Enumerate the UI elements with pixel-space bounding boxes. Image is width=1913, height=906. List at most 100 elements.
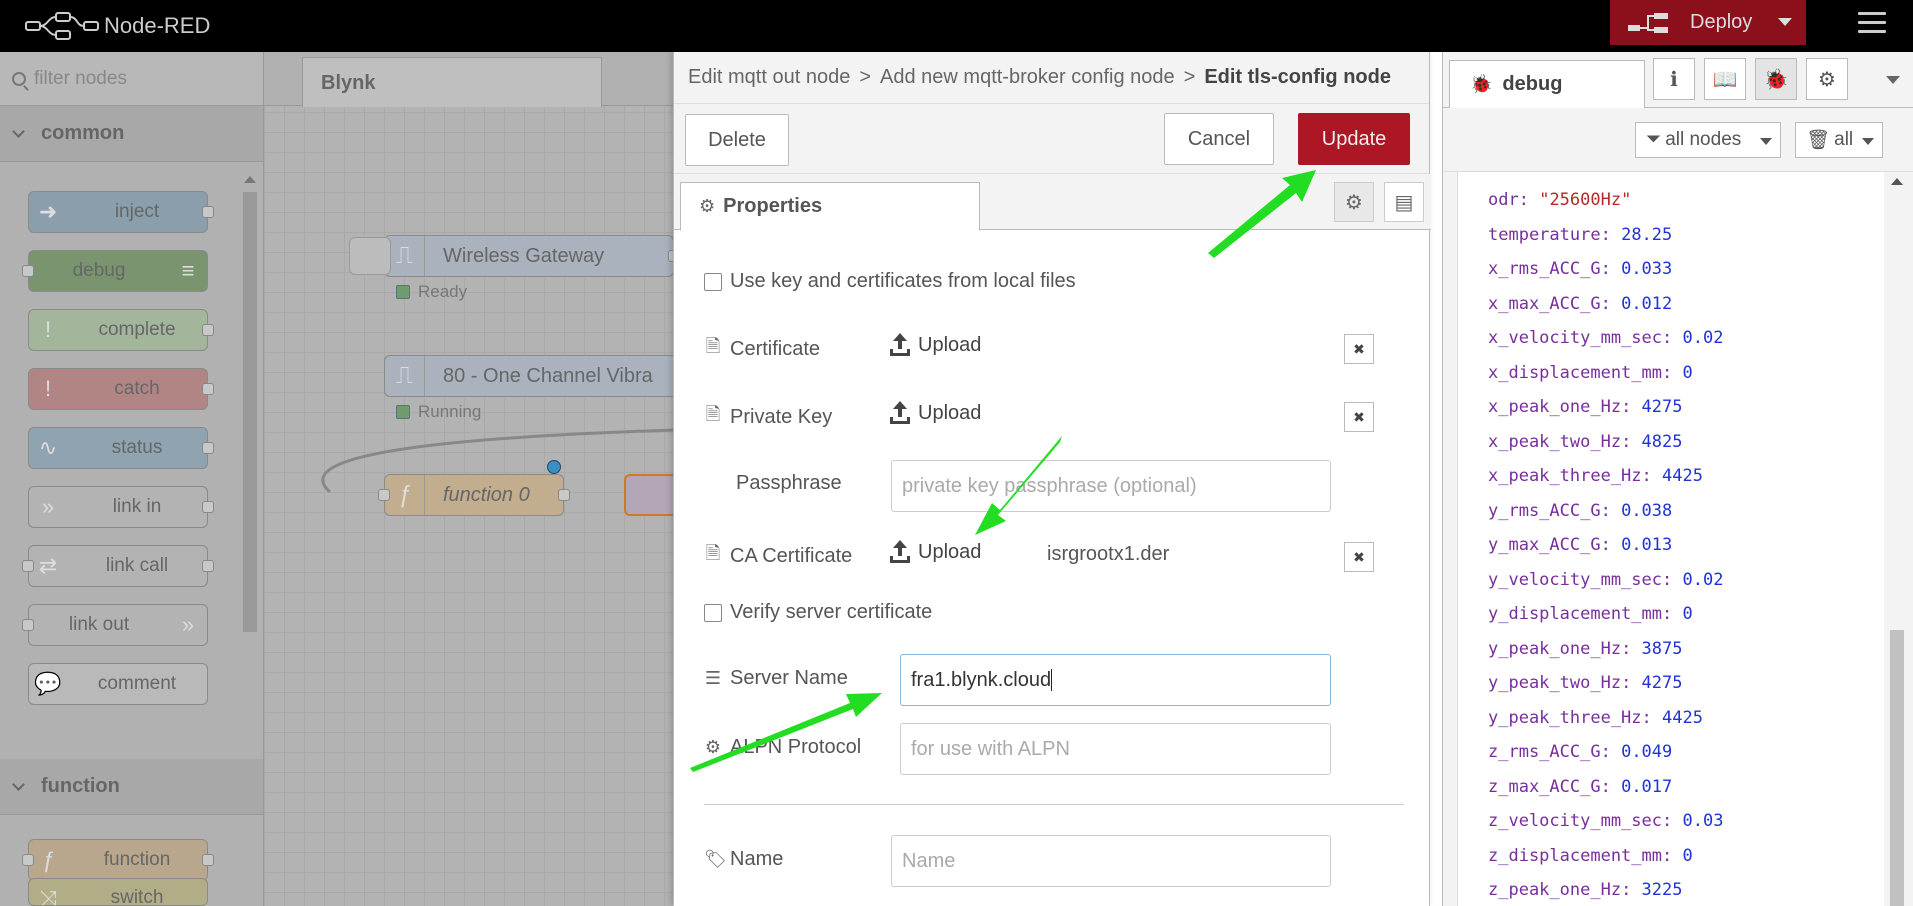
private-key-upload-button[interactable]: Upload <box>890 400 981 425</box>
debug-value: 0 <box>1682 845 1693 866</box>
server-name-input[interactable]: fra1.blynk.cloud <box>900 654 1331 706</box>
deploy-button[interactable]: Deploy <box>1610 0 1806 45</box>
bug-icon: 🐞 <box>1470 74 1493 94</box>
breadcrumb-item[interactable]: Add new mqtt-broker config node <box>880 66 1175 89</box>
filter-icon: ⏷ <box>1646 129 1662 150</box>
server-icon: ☰ <box>704 668 722 688</box>
flow-node-function-0[interactable]: ƒ function 0 <box>378 474 570 516</box>
gear-icon: ⚙ <box>1818 68 1836 91</box>
palette-node-link-in[interactable]: » link in <box>28 486 214 528</box>
use-local-files-checkbox[interactable] <box>704 272 722 291</box>
palette-node-link-out[interactable]: link out » <box>22 604 208 646</box>
palette-node-comment[interactable]: 💬 comment <box>28 663 208 705</box>
palette-node-label: switch <box>110 887 164 906</box>
private-key-clear-button[interactable]: ✖ <box>1344 402 1374 432</box>
flow-workspace[interactable]: Blynk ⎍ Wireless Gateway Ready ⎍ 80 - On… <box>264 52 684 906</box>
output-port[interactable] <box>202 442 214 454</box>
tab-help[interactable]: 📖 <box>1704 58 1746 100</box>
debug-message-line: z_peak_one_Hz: 3225 <box>1488 880 1683 900</box>
scroll-up-icon[interactable] <box>1891 178 1903 185</box>
pulse-icon: ∿ <box>38 435 58 460</box>
scroll-thumb[interactable] <box>1890 630 1904 906</box>
alpn-protocol-label: ALPN Protocol <box>730 736 862 758</box>
node-palette: filter nodes common ➜ inject debug ≡ ! c… <box>0 52 264 906</box>
name-input[interactable]: Name <box>891 835 1331 887</box>
tab-info[interactable]: ℹ <box>1653 58 1695 100</box>
tab-debug-icon[interactable]: 🐞 <box>1755 58 1797 100</box>
debug-message-line: y_max_ACC_G: 0.013 <box>1488 535 1673 555</box>
private-key-row: 🗎 Private Key <box>704 402 833 432</box>
flow-node-one-channel-vibration[interactable]: ⎍ 80 - One Channel Vibra <box>384 355 684 397</box>
palette-node-function[interactable]: ƒ function <box>22 839 214 881</box>
flow-node-status: Running <box>396 402 481 422</box>
palette-node-label: debug <box>72 260 126 281</box>
input-port[interactable] <box>22 560 34 572</box>
alpn-protocol-input[interactable]: for use with ALPN <box>900 723 1331 775</box>
deploy-dropdown-icon[interactable] <box>1778 18 1792 26</box>
chevron-down-icon <box>1862 138 1874 145</box>
ca-certificate-upload-button[interactable]: Upload <box>890 539 981 564</box>
input-port[interactable] <box>22 854 34 866</box>
palette-filter-input[interactable]: filter nodes <box>0 52 263 106</box>
debug-filter-dropdown[interactable]: ⏷ all nodes <box>1635 122 1781 158</box>
debug-value: 0.033 <box>1621 259 1673 279</box>
main-menu-icon[interactable] <box>1858 12 1886 36</box>
input-port[interactable] <box>22 619 34 631</box>
debug-scrollbar[interactable] <box>1884 172 1910 906</box>
tab-config[interactable]: ⚙ <box>1806 58 1848 100</box>
close-icon: ✖ <box>1353 340 1365 357</box>
update-button[interactable]: Update <box>1298 113 1410 165</box>
input-port[interactable] <box>22 265 34 277</box>
output-port[interactable] <box>202 383 214 395</box>
tab-description[interactable]: ▤ <box>1384 182 1424 222</box>
passphrase-input[interactable]: private key passphrase (optional) <box>891 460 1331 512</box>
delete-button[interactable]: Delete <box>685 114 789 166</box>
debug-value: 0.049 <box>1621 742 1673 762</box>
output-port[interactable] <box>202 206 214 218</box>
input-port[interactable] <box>378 489 390 501</box>
ca-certificate-clear-button[interactable]: ✖ <box>1344 542 1374 572</box>
tab-debug[interactable]: 🐞 debug <box>1449 60 1645 109</box>
certificate-label: Certificate <box>730 337 821 360</box>
close-icon: ✖ <box>1353 548 1365 565</box>
output-port[interactable] <box>202 501 214 513</box>
flow-node-wireless-gateway[interactable]: ⎍ Wireless Gateway <box>378 235 680 277</box>
scroll-up-icon[interactable] <box>244 176 256 183</box>
palette-node-complete[interactable]: ! complete <box>28 309 214 351</box>
palette-node-status[interactable]: ∿ status <box>28 427 214 469</box>
tab-properties[interactable]: ⚙ Properties <box>680 182 980 231</box>
scroll-thumb[interactable] <box>243 192 257 632</box>
palette-node-link-call[interactable]: ⇄ link call <box>22 545 214 587</box>
ca-certificate-filename: isrgrootx1.der <box>1047 543 1170 565</box>
category-function[interactable]: function <box>0 759 263 815</box>
verify-server-checkbox[interactable] <box>704 603 722 622</box>
debug-messages[interactable]: odr: "25600Hz" temperature: 28.25 x_rms_AC… <box>1457 172 1901 906</box>
exclamation-icon: ! <box>44 317 52 342</box>
breadcrumb-item[interactable]: Edit mqtt out node <box>688 66 850 89</box>
debug-message-line: z_rms_ACC_G: 0.049 <box>1488 742 1673 762</box>
inject-button-nub[interactable] <box>349 237 391 275</box>
gears-icon: ⚙ <box>704 737 722 757</box>
debug-clear-dropdown[interactable]: 🗑 all <box>1795 122 1883 158</box>
flow-node-mqtt-out-selected[interactable] <box>624 474 674 516</box>
flow-node-label: Wireless Gateway <box>443 244 605 267</box>
palette-node-catch[interactable]: ! catch <box>28 368 214 410</box>
output-port[interactable] <box>202 324 214 336</box>
output-port[interactable] <box>558 489 570 501</box>
output-port[interactable] <box>202 560 214 572</box>
certificate-row: 🗎 Certificate <box>704 334 820 364</box>
upload-icon <box>890 400 910 424</box>
certificate-clear-button[interactable]: ✖ <box>1344 334 1374 364</box>
sidebar-menu-caret-icon[interactable] <box>1886 76 1900 84</box>
debug-key: z_peak_one_Hz <box>1488 880 1622 900</box>
palette-node-inject[interactable]: ➜ inject <box>28 191 214 233</box>
output-port[interactable] <box>202 854 214 866</box>
palette-node-switch[interactable]: ⤨ switch <box>28 878 208 906</box>
certificate-upload-button[interactable]: Upload <box>890 332 981 357</box>
palette-scrollbar[interactable] <box>240 172 260 732</box>
palette-node-debug[interactable]: debug ≡ <box>22 250 208 292</box>
tab-settings-gear[interactable]: ⚙ <box>1334 182 1374 222</box>
debug-key: x_max_ACC_G <box>1488 293 1601 314</box>
cancel-button[interactable]: Cancel <box>1164 113 1274 165</box>
category-common[interactable]: common <box>0 106 263 162</box>
